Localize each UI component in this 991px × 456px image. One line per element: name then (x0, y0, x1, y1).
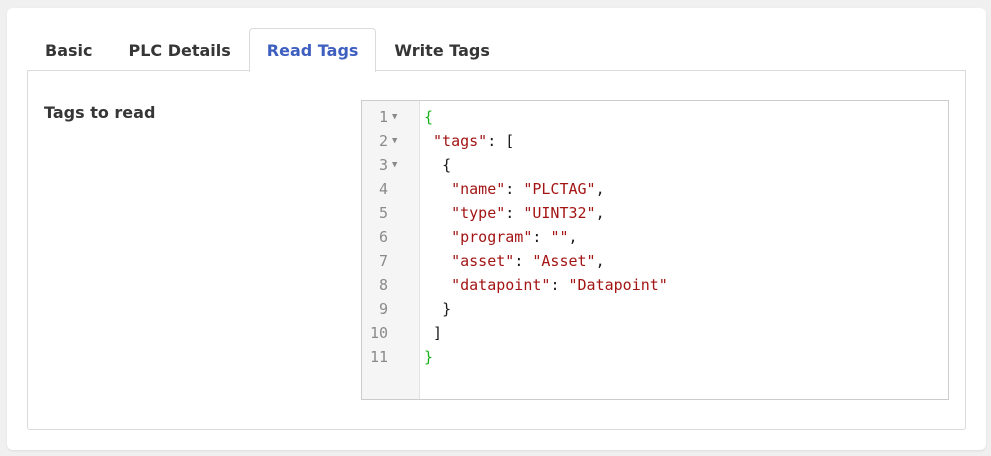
json-separator: : (514, 252, 533, 270)
code-line: "tags": [ (424, 129, 668, 153)
line-number: 1 ▼ (362, 105, 419, 129)
tab-basic[interactable]: Basic (27, 28, 110, 71)
code-line: "asset": "Asset", (424, 249, 668, 273)
line-number-text: 2 (378, 132, 388, 150)
line-number-text: 5 (378, 204, 388, 222)
json-open-bracket: { (424, 108, 434, 126)
code-line: } (424, 297, 668, 321)
json-close-bracket: ] (433, 324, 443, 342)
tab-plc-details[interactable]: PLC Details (110, 28, 248, 71)
json-separator: : (505, 204, 524, 222)
line-number-text: 9 (378, 300, 388, 318)
line-number-text: 1 (378, 108, 388, 126)
tags-to-read-label: Tags to read (44, 103, 156, 122)
line-number-text: 11 (369, 348, 388, 366)
line-number: 9 (362, 297, 419, 321)
code-line: { (424, 153, 668, 177)
json-separator: : (505, 180, 524, 198)
tab-write-tags[interactable]: Write Tags (376, 28, 507, 71)
json-key: "program" (451, 228, 533, 246)
code-line: "program": "", (424, 225, 668, 249)
code-line: "datapoint": "Datapoint" (424, 273, 668, 297)
tab-bar: Basic PLC Details Read Tags Write Tags (27, 28, 508, 72)
line-number-text: 4 (378, 180, 388, 198)
line-number-text: 10 (369, 324, 388, 342)
editor-code-area[interactable]: { "tags": [ { "name": "PLCTAG", "type": … (424, 105, 668, 369)
json-close-bracket: } (442, 300, 452, 318)
json-string-value: "" (550, 228, 569, 246)
line-number-text: 6 (378, 228, 388, 246)
line-number: 6 (362, 225, 419, 249)
code-line: { (424, 105, 668, 129)
line-number-text: 8 (378, 276, 388, 294)
line-number: 4 (362, 177, 419, 201)
json-string-value: "PLCTAG" (523, 180, 596, 198)
json-key: "name" (451, 180, 506, 198)
editor-gutter: 1 ▼ 2 ▼ 3 ▼ 4 5 6 7 8 9 10 11 (362, 101, 420, 399)
json-string-value: "Asset" (532, 252, 596, 270)
code-line: ] (424, 321, 668, 345)
json-key: "asset" (451, 252, 515, 270)
json-key: "datapoint" (451, 276, 551, 294)
line-number: 5 (362, 201, 419, 225)
line-number: 7 (362, 249, 419, 273)
json-open-bracket: { (442, 156, 452, 174)
line-number-text: 7 (378, 252, 388, 270)
json-comma: , (595, 204, 605, 222)
json-comma: , (595, 180, 605, 198)
line-number: 8 (362, 273, 419, 297)
json-separator: : (532, 228, 551, 246)
json-key: "type" (451, 204, 506, 222)
fold-toggle-icon[interactable]: ▼ (392, 105, 397, 129)
json-comma: , (568, 228, 578, 246)
code-line: "type": "UINT32", (424, 201, 668, 225)
json-code-editor[interactable]: 1 ▼ 2 ▼ 3 ▼ 4 5 6 7 8 9 10 11 { "tags": [ { "name": "… (361, 100, 949, 400)
json-separator: : (487, 132, 506, 150)
json-comma: , (595, 252, 605, 270)
code-line: } (424, 345, 668, 369)
code-line: "name": "PLCTAG", (424, 177, 668, 201)
line-number: 11 (362, 345, 419, 369)
line-number: 2 ▼ (362, 129, 419, 153)
json-separator: : (550, 276, 569, 294)
line-number: 10 (362, 321, 419, 345)
json-open-bracket: [ (505, 132, 515, 150)
read-tags-panel: Tags to read 1 ▼ 2 ▼ 3 ▼ 4 5 6 7 8 9 10 11 { "tags": … (27, 70, 966, 430)
line-number-text: 3 (378, 156, 388, 174)
json-close-bracket: } (424, 348, 434, 366)
json-string-value: "Datapoint" (568, 276, 668, 294)
tab-read-tags[interactable]: Read Tags (248, 28, 377, 72)
json-string-value: "UINT32" (523, 204, 596, 222)
json-key: "tags" (433, 132, 488, 150)
fold-toggle-icon[interactable]: ▼ (392, 129, 397, 153)
line-number: 3 ▼ (362, 153, 419, 177)
fold-toggle-icon[interactable]: ▼ (392, 153, 397, 177)
